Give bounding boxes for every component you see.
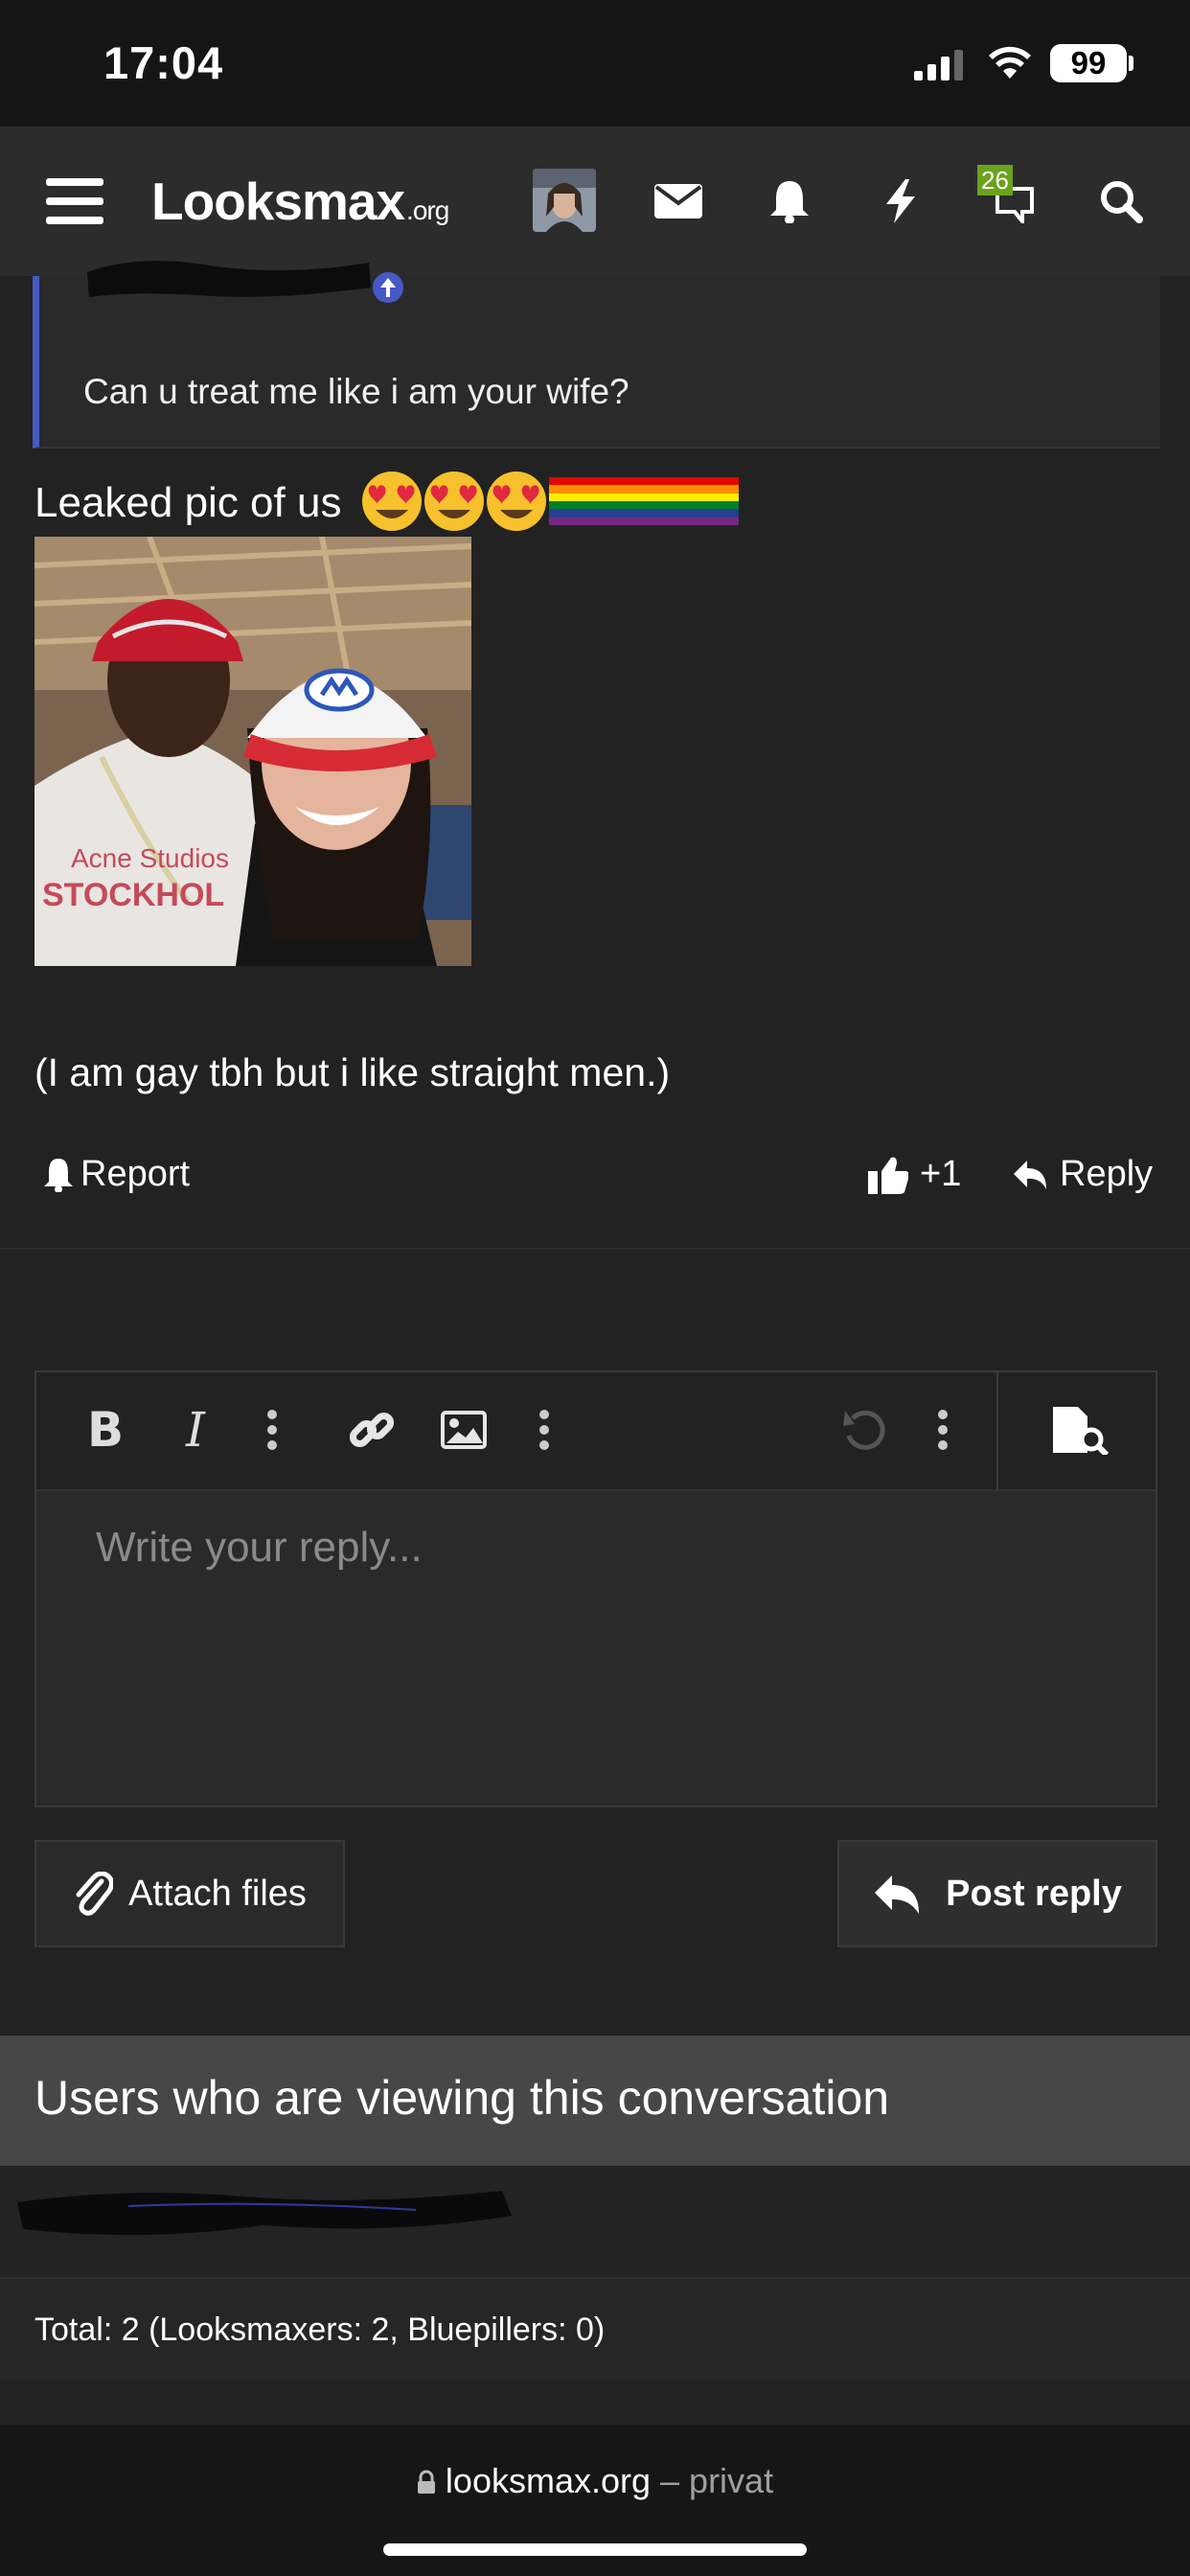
more-options-icon[interactable] bbox=[514, 1399, 575, 1460]
bold-icon[interactable]: B bbox=[75, 1399, 136, 1460]
reply-arrow-icon bbox=[1012, 1159, 1048, 1191]
rainbow-flag-emoji bbox=[612, 477, 675, 525]
heart-eyes-emoji bbox=[487, 472, 546, 531]
reply-placeholder[interactable]: Write your reply... bbox=[96, 1524, 423, 1572]
browser-url-bar[interactable]: looksmax.org – privat bbox=[0, 2425, 1190, 2576]
undo-icon[interactable] bbox=[834, 1399, 895, 1460]
report-link[interactable]: Report bbox=[42, 1154, 190, 1195]
viewers-total-row: Total: 2 (Looksmaxers: 2, Bluepillers: 0… bbox=[0, 2279, 1190, 2380]
attach-files-label: Attach files bbox=[128, 1873, 307, 1914]
reply-editor[interactable]: B I Write your reply... bbox=[34, 1370, 1157, 1807]
shirt-print-text: STOCKHOL bbox=[42, 877, 224, 913]
reply-label: Reply bbox=[1060, 1154, 1154, 1194]
url-text: looksmax.org bbox=[445, 2461, 652, 2500]
editor-toolbar: B I bbox=[36, 1372, 1156, 1491]
reply-arrow-icon bbox=[873, 1874, 921, 1914]
quoted-message: Can u treat me like i am your wife? bbox=[33, 261, 1160, 448]
site-logo[interactable]: Looksmax.org bbox=[151, 171, 449, 232]
whats-new-lightning-icon[interactable] bbox=[864, 165, 937, 238]
battery-cap bbox=[1129, 56, 1133, 71]
inbox-icon[interactable] bbox=[642, 165, 715, 238]
cellular-signal-icon bbox=[914, 50, 968, 80]
rainbow-flag-emoji bbox=[675, 477, 739, 525]
lock-icon bbox=[417, 2470, 436, 2495]
paperclip-icon bbox=[73, 1872, 114, 1916]
thumbs-up-icon bbox=[868, 1156, 908, 1194]
viewers-list-redacted bbox=[0, 2168, 1190, 2279]
post-image[interactable]: Acne Studios STOCKHOL bbox=[34, 537, 471, 966]
link-icon[interactable] bbox=[341, 1399, 402, 1460]
status-bar: 17:04 99 bbox=[0, 0, 1190, 126]
more-options-icon[interactable] bbox=[912, 1399, 973, 1460]
alerts-bell-icon[interactable] bbox=[753, 165, 826, 238]
more-options-icon[interactable] bbox=[241, 1399, 303, 1460]
battery-indicator: 99 bbox=[1050, 44, 1127, 82]
quote-text: Can u treat me like i am your wife? bbox=[83, 372, 629, 411]
url-separator: – bbox=[651, 2461, 690, 2500]
search-icon[interactable] bbox=[1085, 165, 1157, 238]
logo-text: Looksmax bbox=[151, 172, 405, 231]
rainbow-flag-emoji bbox=[549, 477, 612, 525]
viewers-title: Users who are viewing this conversation bbox=[34, 2071, 890, 2125]
heart-eyes-emoji bbox=[362, 472, 422, 531]
report-bell-icon bbox=[42, 1158, 75, 1192]
post-text-line-2: (I am gay tbh but i like straight men.) bbox=[34, 1050, 671, 1094]
like-count: +1 bbox=[920, 1154, 962, 1194]
report-label: Report bbox=[80, 1154, 191, 1194]
preview-icon[interactable] bbox=[1041, 1399, 1117, 1460]
post-reply-button[interactable]: Post reply bbox=[837, 1840, 1157, 1947]
viewers-header: Users who are viewing this conversation bbox=[0, 2036, 1190, 2166]
viewers-total: Total: 2 (Looksmaxers: 2, Bluepillers: 0… bbox=[34, 2312, 606, 2348]
post-text-line-1: Leaked pic of us bbox=[34, 479, 342, 526]
conversations-count-badge: 26 bbox=[977, 165, 1013, 196]
italic-icon[interactable]: I bbox=[165, 1399, 226, 1460]
heart-eyes-emoji bbox=[424, 472, 484, 531]
like-button[interactable]: +1 bbox=[868, 1154, 961, 1195]
quote-attribution-redacted bbox=[81, 253, 426, 305]
url-display[interactable]: looksmax.org – privat bbox=[0, 2461, 1190, 2501]
status-time: 17:04 bbox=[103, 37, 224, 88]
post-emojis bbox=[362, 472, 739, 531]
toolbar-separator bbox=[996, 1372, 998, 1489]
divider bbox=[0, 1248, 1190, 1250]
avatar[interactable] bbox=[533, 169, 596, 232]
wifi-icon bbox=[987, 46, 1033, 80]
reply-link[interactable]: Reply bbox=[1012, 1154, 1153, 1195]
home-indicator[interactable] bbox=[383, 2543, 807, 2556]
post-reply-label: Post reply bbox=[946, 1873, 1122, 1914]
logo-suffix: .org bbox=[406, 196, 449, 225]
shirt-print-text: Acne Studios bbox=[71, 843, 229, 873]
private-mode-label: privat bbox=[689, 2461, 774, 2500]
attach-files-button[interactable]: Attach files bbox=[34, 1840, 345, 1947]
image-icon[interactable] bbox=[433, 1399, 494, 1460]
menu-icon[interactable] bbox=[38, 165, 111, 238]
redaction-scribble bbox=[17, 2191, 512, 2236]
